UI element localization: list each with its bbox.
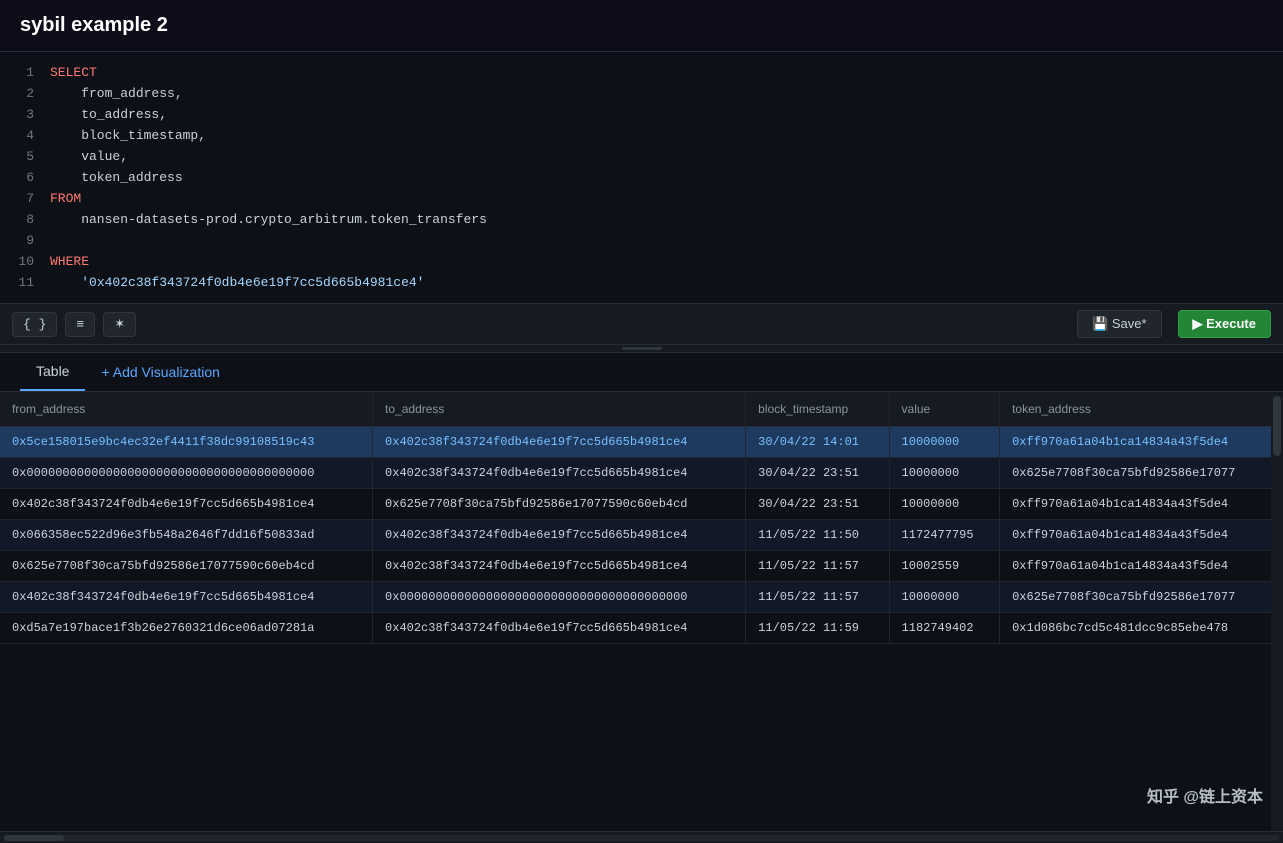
table-container[interactable]: from_address to_address block_timestamp …	[0, 392, 1283, 831]
cell-from-address: 0x5ce158015e9bc4ec32ef4411f38dc99108519c…	[0, 427, 373, 458]
cell-block-timestamp: 11/05/22 11:59	[746, 613, 889, 644]
header: sybil example 2	[0, 0, 1283, 52]
cell-to-address: 0x00000000000000000000000000000000000000…	[373, 582, 746, 613]
cell-value: 10000000	[889, 582, 1000, 613]
results-table: from_address to_address block_timestamp …	[0, 392, 1283, 644]
cell-from-address: 0x402c38f343724f0db4e6e19f7cc5d665b4981c…	[0, 489, 373, 520]
cell-token-address: 0x1d086bc7cd5c481dcc9c85ebe478	[1000, 613, 1283, 644]
cell-block-timestamp: 30/04/22 14:01	[746, 427, 889, 458]
table-view-button[interactable]: ≡	[65, 312, 95, 337]
table-row: 0x5ce158015e9bc4ec32ef4411f38dc99108519c…	[0, 427, 1283, 458]
toolbar: { } ≡ ✶ 💾 Save* ▶ Execute	[0, 304, 1283, 345]
cell-to-address: 0x402c38f343724f0db4e6e19f7cc5d665b4981c…	[373, 458, 746, 489]
cell-from-address: 0xd5a7e197bace1f3b26e2760321d6ce06ad0728…	[0, 613, 373, 644]
cell-value: 10000000	[889, 427, 1000, 458]
cell-token-address: 0x625e7708f30ca75bfd92586e17077	[1000, 458, 1283, 489]
cell-block-timestamp: 30/04/22 23:51	[746, 458, 889, 489]
table-row: 0x402c38f343724f0db4e6e19f7cc5d665b4981c…	[0, 582, 1283, 613]
drag-bar	[622, 347, 662, 350]
cell-block-timestamp: 11/05/22 11:57	[746, 551, 889, 582]
tabs-bar: Table + Add Visualization	[0, 353, 1283, 392]
add-visualization-button[interactable]: + Add Visualization	[93, 354, 227, 390]
col-token-address: token_address	[1000, 392, 1283, 427]
cell-token-address: 0xff970a61a04b1ca14834a43f5de4	[1000, 520, 1283, 551]
cell-token-address: 0xff970a61a04b1ca14834a43f5de4	[1000, 489, 1283, 520]
col-value: value	[889, 392, 1000, 427]
drag-handle[interactable]	[0, 345, 1283, 353]
col-block-timestamp: block_timestamp	[746, 392, 889, 427]
cell-from-address: 0x00000000000000000000000000000000000000…	[0, 458, 373, 489]
save-icon: 💾	[1092, 316, 1108, 331]
col-to-address: to_address	[373, 392, 746, 427]
scrollbar-thumb	[1273, 396, 1281, 456]
star-button[interactable]: ✶	[103, 312, 136, 337]
cell-block-timestamp: 30/04/22 23:51	[746, 489, 889, 520]
cell-value: 1172477795	[889, 520, 1000, 551]
table-row: 0x625e7708f30ca75bfd92586e17077590c60eb4…	[0, 551, 1283, 582]
cell-token-address: 0x625e7708f30ca75bfd92586e17077	[1000, 582, 1283, 613]
cell-to-address: 0x402c38f343724f0db4e6e19f7cc5d665b4981c…	[373, 520, 746, 551]
execute-button[interactable]: ▶ Execute	[1178, 310, 1271, 338]
save-button[interactable]: 💾 Save*	[1077, 310, 1162, 338]
cell-value: 10002559	[889, 551, 1000, 582]
cell-value: 10000000	[889, 458, 1000, 489]
cell-value: 1182749402	[889, 613, 1000, 644]
scrollbar-track	[4, 835, 1279, 841]
cell-to-address: 0x625e7708f30ca75bfd92586e17077590c60eb4…	[373, 489, 746, 520]
cell-block-timestamp: 11/05/22 11:50	[746, 520, 889, 551]
editor-area: 1 2 3 4 5 6 7 8 9 10 11 SELECT from_addr…	[0, 52, 1283, 304]
cell-from-address: 0x066358ec522d96e3fb548a2646f7dd16f50833…	[0, 520, 373, 551]
line-numbers: 1 2 3 4 5 6 7 8 9 10 11	[0, 62, 50, 293]
cell-from-address: 0x625e7708f30ca75bfd92586e17077590c60eb4…	[0, 551, 373, 582]
page-title: sybil example 2	[20, 14, 168, 36]
table-header-row: from_address to_address block_timestamp …	[0, 392, 1283, 427]
col-from-address: from_address	[0, 392, 373, 427]
cell-token-address: 0xff970a61a04b1ca14834a43f5de4	[1000, 427, 1283, 458]
results-area: Table + Add Visualization from_address t…	[0, 353, 1283, 843]
tab-table[interactable]: Table	[20, 353, 85, 391]
table-row: 0x00000000000000000000000000000000000000…	[0, 458, 1283, 489]
table-row: 0x402c38f343724f0db4e6e19f7cc5d665b4981c…	[0, 489, 1283, 520]
cell-to-address: 0x402c38f343724f0db4e6e19f7cc5d665b4981c…	[373, 551, 746, 582]
scrollbar-thumb-h	[4, 835, 64, 841]
cell-block-timestamp: 11/05/22 11:57	[746, 582, 889, 613]
code-block: 1 2 3 4 5 6 7 8 9 10 11 SELECT from_addr…	[0, 52, 1283, 303]
code-editor[interactable]: SELECT from_address, to_address, block_t…	[50, 62, 1283, 293]
horizontal-scrollbar[interactable]	[0, 831, 1283, 843]
cell-value: 10000000	[889, 489, 1000, 520]
cell-token-address: 0xff970a61a04b1ca14834a43f5de4	[1000, 551, 1283, 582]
table-row: 0x066358ec522d96e3fb548a2646f7dd16f50833…	[0, 520, 1283, 551]
table-body: 0x5ce158015e9bc4ec32ef4411f38dc99108519c…	[0, 427, 1283, 644]
json-format-button[interactable]: { }	[12, 312, 57, 337]
watermark: 知乎 @链上资本	[1147, 783, 1263, 807]
table-row: 0xd5a7e197bace1f3b26e2760321d6ce06ad0728…	[0, 613, 1283, 644]
vertical-scrollbar[interactable]	[1271, 392, 1283, 831]
cell-from-address: 0x402c38f343724f0db4e6e19f7cc5d665b4981c…	[0, 582, 373, 613]
cell-to-address: 0x402c38f343724f0db4e6e19f7cc5d665b4981c…	[373, 427, 746, 458]
cell-to-address: 0x402c38f343724f0db4e6e19f7cc5d665b4981c…	[373, 613, 746, 644]
